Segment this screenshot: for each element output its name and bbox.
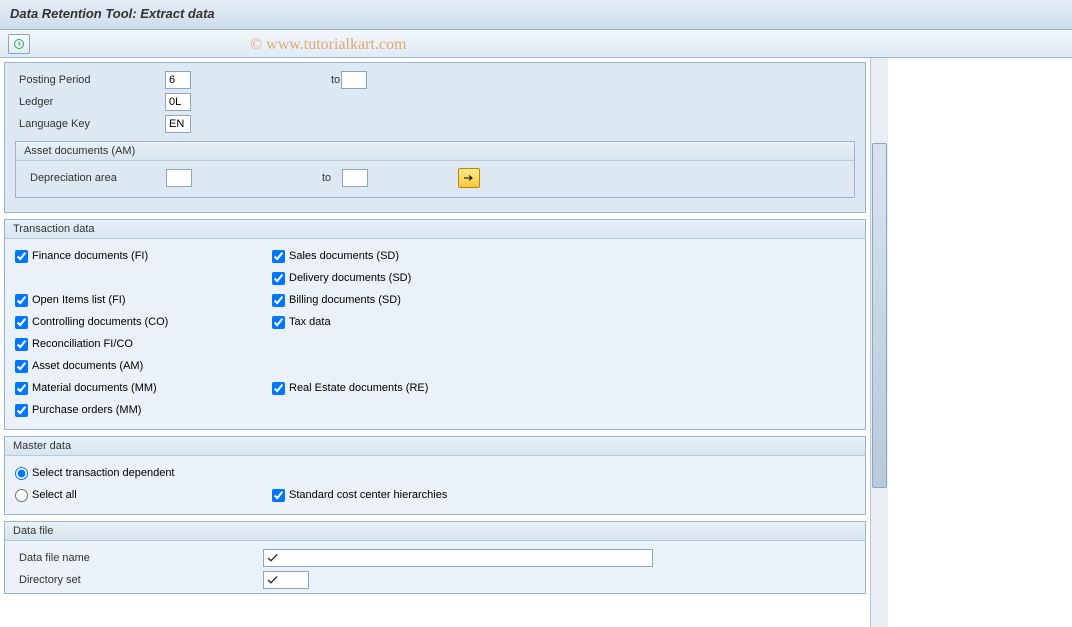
language-key-input[interactable] <box>165 115 191 133</box>
depreciation-area-to-input[interactable] <box>342 169 368 187</box>
posting-period-from-input[interactable] <box>165 71 191 89</box>
depreciation-area-label: Depreciation area <box>26 172 166 184</box>
window-titlebar: Data Retention Tool: Extract data <box>0 0 1072 30</box>
data-file-name-label: Data file name <box>15 552 263 564</box>
std-cost-center-checkbox[interactable] <box>272 489 285 502</box>
reconciliation-checkbox[interactable] <box>15 338 28 351</box>
clock-run-icon <box>13 38 25 50</box>
depreciation-area-from-input[interactable] <box>166 169 192 187</box>
billing-documents-label: Billing documents (SD) <box>289 294 401 306</box>
asset-documents-checkbox[interactable] <box>15 360 28 373</box>
data-file-group: Data file Data file name Directory set <box>4 521 866 594</box>
transaction-data-heading: Transaction data <box>5 220 865 239</box>
select-transaction-dependent-radio[interactable] <box>15 467 28 480</box>
sales-documents-label: Sales documents (SD) <box>289 250 399 262</box>
controlling-documents-checkbox[interactable] <box>15 316 28 329</box>
multiple-selection-button[interactable] <box>458 168 480 188</box>
main-scroll-area: Posting Period to Ledger Language Key As… <box>0 58 870 627</box>
posting-period-to-input[interactable] <box>341 71 367 89</box>
to-label: to <box>191 74 341 86</box>
data-file-heading: Data file <box>5 522 865 541</box>
delivery-documents-label: Delivery documents (SD) <box>289 272 411 284</box>
finance-documents-checkbox[interactable] <box>15 250 28 263</box>
transaction-data-group: Transaction data Finance documents (FI) … <box>4 219 866 430</box>
arrow-right-icon <box>463 173 475 183</box>
tax-data-label: Tax data <box>289 316 331 328</box>
select-all-label: Select all <box>32 489 77 501</box>
page-title: Data Retention Tool: Extract data <box>10 6 215 21</box>
open-items-label: Open Items list (FI) <box>32 294 126 306</box>
std-cost-center-label: Standard cost center hierarchies <box>289 489 447 501</box>
tax-data-checkbox[interactable] <box>272 316 285 329</box>
master-data-group: Master data Select transaction dependent… <box>4 436 866 515</box>
open-items-checkbox[interactable] <box>15 294 28 307</box>
reconciliation-label: Reconciliation FI/CO <box>32 338 133 350</box>
asset-documents-heading: Asset documents (AM) <box>16 142 854 161</box>
delivery-documents-checkbox[interactable] <box>272 272 285 285</box>
data-file-name-input[interactable] <box>263 549 653 567</box>
to-label: to <box>192 172 342 184</box>
finance-documents-label: Finance documents (FI) <box>32 250 148 262</box>
material-documents-label: Material documents (MM) <box>32 382 157 394</box>
execute-button[interactable] <box>8 34 30 54</box>
controlling-documents-label: Controlling documents (CO) <box>32 316 168 328</box>
select-all-radio[interactable] <box>15 489 28 502</box>
scrollbar-thumb[interactable] <box>872 143 887 488</box>
posting-period-label: Posting Period <box>15 74 165 86</box>
real-estate-documents-checkbox[interactable] <box>272 382 285 395</box>
selection-top-fields: Posting Period to Ledger Language Key As… <box>4 62 866 213</box>
vertical-scrollbar[interactable] <box>870 58 888 627</box>
purchase-orders-checkbox[interactable] <box>15 404 28 417</box>
purchase-orders-label: Purchase orders (MM) <box>32 404 141 416</box>
sales-documents-checkbox[interactable] <box>272 250 285 263</box>
master-data-heading: Master data <box>5 437 865 456</box>
directory-set-label: Directory set <box>15 574 263 586</box>
ledger-label: Ledger <box>15 96 165 108</box>
asset-documents-group: Asset documents (AM) Depreciation area t… <box>15 141 855 198</box>
language-key-label: Language Key <box>15 118 165 130</box>
billing-documents-checkbox[interactable] <box>272 294 285 307</box>
check-icon <box>266 574 280 586</box>
asset-documents-label: Asset documents (AM) <box>32 360 143 372</box>
select-transaction-dependent-label: Select transaction dependent <box>32 467 175 479</box>
real-estate-documents-label: Real Estate documents (RE) <box>289 382 428 394</box>
check-icon <box>266 552 280 564</box>
material-documents-checkbox[interactable] <box>15 382 28 395</box>
app-toolbar <box>0 30 1072 58</box>
ledger-input[interactable] <box>165 93 191 111</box>
